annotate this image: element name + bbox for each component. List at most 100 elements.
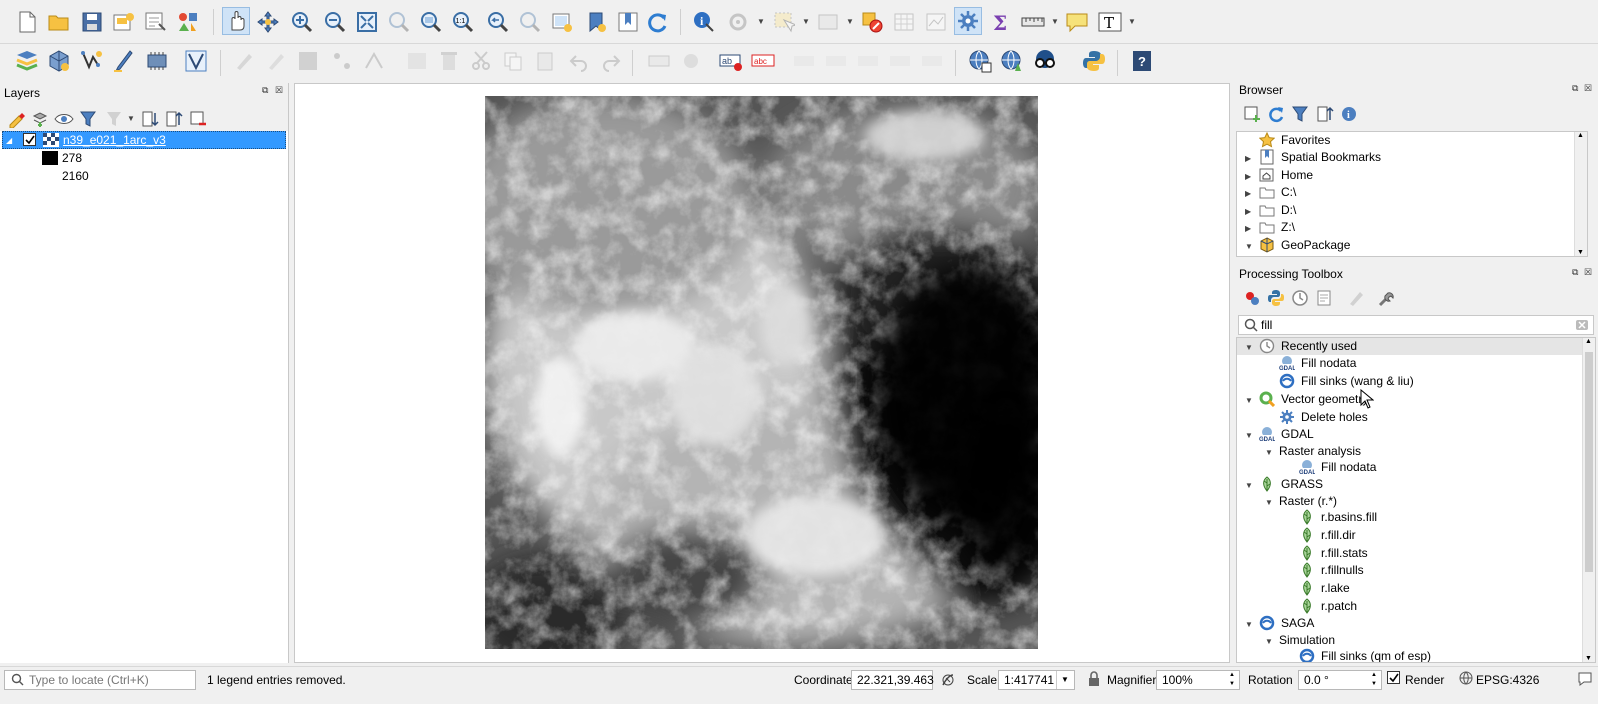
deselect-all-icon[interactable] bbox=[858, 8, 886, 36]
browser-scrollbar[interactable]: ▲ ▼ bbox=[1574, 132, 1587, 256]
new-geopackage-layer-icon[interactable] bbox=[45, 47, 73, 75]
zoom-out-icon[interactable] bbox=[321, 8, 349, 36]
render-checkbox[interactable] bbox=[1387, 671, 1400, 684]
new-project-icon[interactable] bbox=[13, 8, 41, 36]
redo-icon[interactable] bbox=[597, 47, 625, 75]
browser-item-d-drive[interactable]: ▶ D:\ bbox=[1237, 202, 1567, 219]
crs-label[interactable]: EPSG:4326 bbox=[1476, 673, 1539, 687]
algorithm-item-r-lake[interactable]: r.lake bbox=[1237, 580, 1582, 597]
select-features-icon[interactable] bbox=[770, 8, 798, 36]
identify-features-icon[interactable]: i bbox=[690, 8, 718, 36]
expand-triangle-icon[interactable]: ▶ bbox=[1245, 203, 1251, 220]
edit-features-in-place-icon[interactable] bbox=[1342, 284, 1370, 312]
delete-selected-icon[interactable] bbox=[435, 47, 463, 75]
label-pin-icon[interactable] bbox=[677, 47, 705, 75]
layer-name[interactable]: n39_e021_1arc_v3 bbox=[63, 133, 166, 147]
scale-combobox[interactable]: 1:417741 ▼ bbox=[998, 670, 1075, 690]
processing-tree[interactable]: ▲ ▼ ▼ Recently used GDAL Fill nodata Fill si… bbox=[1236, 337, 1596, 663]
zoom-last-icon[interactable] bbox=[484, 8, 512, 36]
algorithm-item-r-fill-stats[interactable]: r.fill.stats bbox=[1237, 545, 1582, 562]
filter-by-expression-icon[interactable] bbox=[100, 105, 128, 133]
add-wms-layer-icon[interactable] bbox=[966, 47, 994, 75]
collapse-triangle-icon[interactable]: ▼ bbox=[1245, 238, 1253, 255]
magnifier-spinbox[interactable]: 100% ▲ ▼ bbox=[1156, 670, 1240, 690]
locator-search-field[interactable]: Type to locate (Ctrl+K) bbox=[4, 670, 196, 690]
results-viewer-icon[interactable] bbox=[1310, 284, 1338, 312]
expand-triangle-icon[interactable]: ▶ bbox=[1245, 220, 1251, 237]
measure-line-icon[interactable] bbox=[1019, 8, 1047, 36]
refresh-icon[interactable] bbox=[644, 8, 672, 36]
copy-features-icon[interactable] bbox=[499, 47, 527, 75]
tree-group-grass[interactable]: ▼ GRASS bbox=[1237, 476, 1582, 493]
rotation-spinbox[interactable]: 0.0 ° ▲ ▼ bbox=[1298, 670, 1382, 690]
text-annotation-icon[interactable]: T bbox=[1096, 8, 1124, 36]
clear-search-icon[interactable] bbox=[1575, 318, 1589, 335]
tree-group-recently-used[interactable]: ▼ Recently used bbox=[1237, 338, 1582, 355]
float-panel-icon[interactable]: ⧉ bbox=[262, 85, 268, 96]
label-toolbar-icon[interactable] bbox=[645, 47, 673, 75]
algorithm-item-fill-nodata[interactable]: GDAL Fill nodata bbox=[1237, 355, 1582, 372]
tree-group-vector-geometry[interactable]: ▼ Vector geometry bbox=[1237, 391, 1582, 408]
python-console-icon[interactable] bbox=[1080, 47, 1108, 75]
expand-triangle-icon[interactable]: ▶ bbox=[1245, 150, 1251, 167]
map-tips-icon[interactable] bbox=[1063, 8, 1091, 36]
filter-legend-icon[interactable] bbox=[74, 105, 102, 133]
tree-group-gdal[interactable]: ▼ GDAL GDAL bbox=[1237, 426, 1582, 443]
close-panel-icon[interactable]: ☒ bbox=[1584, 83, 1592, 94]
search-input[interactable] bbox=[1261, 317, 1561, 333]
properties-info-icon[interactable]: i bbox=[1335, 100, 1363, 128]
zoom-full-icon[interactable] bbox=[353, 8, 381, 36]
zoom-in-icon[interactable] bbox=[288, 8, 316, 36]
highlight-pinned-labels-icon[interactable] bbox=[790, 47, 818, 75]
collapse-triangle-icon[interactable]: ◢ bbox=[6, 136, 12, 145]
collapse-triangle-icon[interactable]: ▼ bbox=[1245, 616, 1253, 633]
new-vector-tile-icon[interactable] bbox=[182, 47, 210, 75]
expand-triangle-icon[interactable]: ▶ bbox=[1245, 185, 1251, 202]
processing-options-icon[interactable] bbox=[1373, 284, 1401, 312]
toggle-extents-mouse-icon[interactable] bbox=[940, 672, 956, 691]
new-virtual-layer-icon[interactable] bbox=[143, 47, 171, 75]
zoom-to-selection-icon[interactable] bbox=[385, 8, 413, 36]
spin-arrows-icon[interactable]: ▲ ▼ bbox=[1368, 671, 1380, 689]
remove-layer-icon[interactable] bbox=[184, 105, 212, 133]
current-edits-icon[interactable] bbox=[230, 47, 258, 75]
browser-item-geopackage[interactable]: ▼ GeoPackage bbox=[1237, 237, 1567, 254]
pan-to-selection-icon[interactable] bbox=[254, 8, 282, 36]
filter-browser-icon[interactable] bbox=[1286, 100, 1314, 128]
move-label-icon[interactable] bbox=[886, 47, 914, 75]
pin-unpin-labels-icon[interactable] bbox=[822, 47, 850, 75]
collapse-triangle-icon[interactable]: ▼ bbox=[1245, 427, 1253, 444]
tree-subgroup-raster-r[interactable]: ▼ Raster (r.*) bbox=[1237, 493, 1582, 510]
browser-item-favorites[interactable]: Favorites bbox=[1237, 132, 1567, 149]
modify-attributes-icon[interactable] bbox=[403, 47, 431, 75]
run-action-icon[interactable] bbox=[724, 8, 752, 36]
new-bookmark-icon[interactable] bbox=[582, 8, 610, 36]
map-canvas[interactable] bbox=[294, 83, 1230, 663]
collapse-triangle-icon[interactable]: ▼ bbox=[1245, 392, 1253, 409]
chevron-down-icon[interactable]: ▼ bbox=[1056, 671, 1073, 689]
close-panel-icon[interactable]: ☒ bbox=[1584, 267, 1592, 278]
attribute-table-icon[interactable] bbox=[890, 8, 918, 36]
processing-scrollbar[interactable]: ▲ ▼ bbox=[1582, 338, 1595, 662]
browser-tree[interactable]: ▲ ▼ Favorites ▶ Spatial Bookmarks ▶ Home… bbox=[1236, 131, 1588, 257]
close-panel-icon[interactable]: ☒ bbox=[275, 85, 283, 96]
pan-map-icon[interactable] bbox=[222, 7, 250, 35]
collapse-triangle-icon[interactable]: ▼ bbox=[1245, 339, 1253, 356]
algorithm-item-fill-sinks-wang-liu[interactable]: Fill sinks (wang & liu) bbox=[1237, 373, 1582, 390]
metasearch-icon[interactable] bbox=[1031, 47, 1059, 75]
data-source-manager-icon[interactable] bbox=[13, 47, 41, 75]
globe-crs-icon[interactable] bbox=[1459, 671, 1473, 688]
new-temporary-layer-icon[interactable] bbox=[110, 47, 138, 75]
zoom-native-resolution-icon[interactable]: 1:1 bbox=[449, 8, 477, 36]
help-icon[interactable]: ? bbox=[1128, 47, 1156, 75]
new-shapefile-layer-icon[interactable] bbox=[78, 47, 106, 75]
layout-manager-icon[interactable] bbox=[142, 8, 170, 36]
browser-item-spatial-bookmarks[interactable]: ▶ Spatial Bookmarks bbox=[1237, 149, 1567, 166]
expand-triangle-icon[interactable]: ▶ bbox=[1245, 168, 1251, 185]
float-panel-icon[interactable]: ⧉ bbox=[1572, 83, 1578, 94]
paste-features-icon[interactable] bbox=[531, 47, 559, 75]
float-panel-icon[interactable]: ⧉ bbox=[1572, 267, 1578, 278]
add-feature-icon[interactable] bbox=[328, 47, 356, 75]
algorithm-item-delete-holes[interactable]: Delete holes bbox=[1237, 409, 1582, 426]
messages-icon[interactable] bbox=[1577, 671, 1593, 690]
